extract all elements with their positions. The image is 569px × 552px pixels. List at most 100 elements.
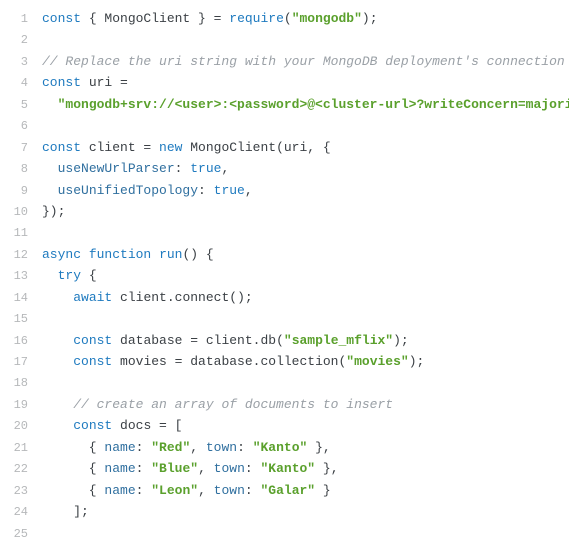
- token-op: :: [237, 440, 253, 455]
- code-line: 13 try {: [0, 265, 569, 286]
- token-op: [42, 418, 73, 433]
- token-fn: run: [159, 247, 182, 262]
- token-bool: true: [190, 161, 221, 176]
- token-op: :: [198, 183, 214, 198]
- line-number: 17: [0, 353, 42, 372]
- code-content: [42, 222, 50, 243]
- token-reqstr: "mongodb": [292, 11, 362, 26]
- token-op: :: [245, 483, 261, 498]
- code-content: // create an array of documents to inser…: [42, 394, 393, 415]
- token-reqstr: "Leon": [151, 483, 198, 498]
- token-kw: function: [89, 247, 151, 262]
- code-content: { name: "Blue", town: "Kanto" },: [42, 458, 339, 479]
- code-content: const uri =: [42, 72, 128, 93]
- token-op: [42, 161, 58, 176]
- line-number: 22: [0, 460, 42, 479]
- token-op: database = client.: [112, 333, 260, 348]
- token-op: [42, 397, 73, 412]
- line-number: 3: [0, 53, 42, 72]
- line-number: 4: [0, 74, 42, 93]
- token-op: [42, 183, 58, 198]
- token-cls: MongoClient: [104, 11, 190, 26]
- token-kw: new: [159, 140, 182, 155]
- code-content: async function run() {: [42, 244, 214, 265]
- token-kw: const: [73, 418, 112, 433]
- line-number: 20: [0, 417, 42, 436]
- code-line: 10});: [0, 201, 569, 222]
- code-line: 2: [0, 29, 569, 50]
- code-line: 1const { MongoClient } = require("mongod…: [0, 8, 569, 29]
- token-op: });: [42, 204, 65, 219]
- code-editor: 1const { MongoClient } = require("mongod…: [0, 8, 569, 544]
- token-op: {: [81, 268, 97, 283]
- token-kw: const: [42, 75, 81, 90]
- token-cmt: // create an array of documents to inser…: [73, 397, 393, 412]
- line-number: 11: [0, 224, 42, 243]
- token-op: },: [307, 440, 330, 455]
- code-line: 4const uri =: [0, 72, 569, 93]
- token-op: :: [175, 161, 191, 176]
- code-content: const client = new MongoClient(uri, {: [42, 137, 331, 158]
- token-prop: town: [214, 483, 245, 498]
- token-op: {: [81, 11, 104, 26]
- token-kw: const: [42, 140, 81, 155]
- code-content: [42, 115, 50, 136]
- line-number: 24: [0, 503, 42, 522]
- token-op: [42, 290, 73, 305]
- code-line: 6: [0, 115, 569, 136]
- code-content: [42, 523, 50, 544]
- token-op: } =: [190, 11, 229, 26]
- token-kw: const: [73, 333, 112, 348]
- token-op: }: [315, 483, 331, 498]
- code-content: { name: "Leon", town: "Galar" }: [42, 480, 331, 501]
- code-line: 14 await client.connect();: [0, 287, 569, 308]
- code-line: 23 { name: "Leon", town: "Galar" }: [0, 480, 569, 501]
- token-op: [42, 97, 58, 112]
- token-reqstr: "Galar": [261, 483, 316, 498]
- token-prop: useUnifiedTopology: [58, 183, 198, 198]
- token-op: (uri, {: [276, 140, 331, 155]
- token-reqstr: "movies": [346, 354, 408, 369]
- token-op: [42, 333, 73, 348]
- token-prop: town: [214, 461, 245, 476]
- code-content: "mongodb+srv://<user>:<password>@<cluste…: [42, 94, 569, 115]
- token-op: ];: [42, 504, 89, 519]
- line-number: 13: [0, 267, 42, 286]
- code-line: 15: [0, 308, 569, 329]
- line-number: 18: [0, 374, 42, 393]
- code-line: 8 useNewUrlParser: true,: [0, 158, 569, 179]
- line-number: 21: [0, 439, 42, 458]
- token-op: );: [362, 11, 378, 26]
- line-number: 8: [0, 160, 42, 179]
- token-op: ,: [190, 440, 206, 455]
- token-op: () {: [182, 247, 213, 262]
- token-op: );: [393, 333, 409, 348]
- token-reqstr: "sample_mflix": [284, 333, 393, 348]
- line-number: 7: [0, 139, 42, 158]
- token-op: :: [245, 461, 261, 476]
- token-cls: MongoClient: [190, 140, 276, 155]
- code-line: 19 // create an array of documents to in…: [0, 394, 569, 415]
- token-cls: collection: [260, 354, 338, 369]
- code-line: 24 ];: [0, 501, 569, 522]
- token-cls: db: [260, 333, 276, 348]
- token-cls: connect: [175, 290, 230, 305]
- code-line: 25: [0, 523, 569, 544]
- code-content: const database = client.db("sample_mflix…: [42, 330, 409, 351]
- code-line: 7const client = new MongoClient(uri, {: [0, 137, 569, 158]
- token-prop: useNewUrlParser: [58, 161, 175, 176]
- token-op: movies = database.: [112, 354, 260, 369]
- token-kw: await: [73, 290, 112, 305]
- code-line: 17 const movies = database.collection("m…: [0, 351, 569, 372]
- code-line: 18: [0, 372, 569, 393]
- token-reqstr: "Red": [151, 440, 190, 455]
- token-kw: try: [58, 268, 81, 283]
- line-number: 9: [0, 182, 42, 201]
- token-op: );: [409, 354, 425, 369]
- code-content: [42, 29, 50, 50]
- token-op: [151, 247, 159, 262]
- code-line: 5 "mongodb+srv://<user>:<password>@<clus…: [0, 94, 569, 115]
- token-op: docs = [: [112, 418, 182, 433]
- code-content: ];: [42, 501, 89, 522]
- token-op: },: [315, 461, 338, 476]
